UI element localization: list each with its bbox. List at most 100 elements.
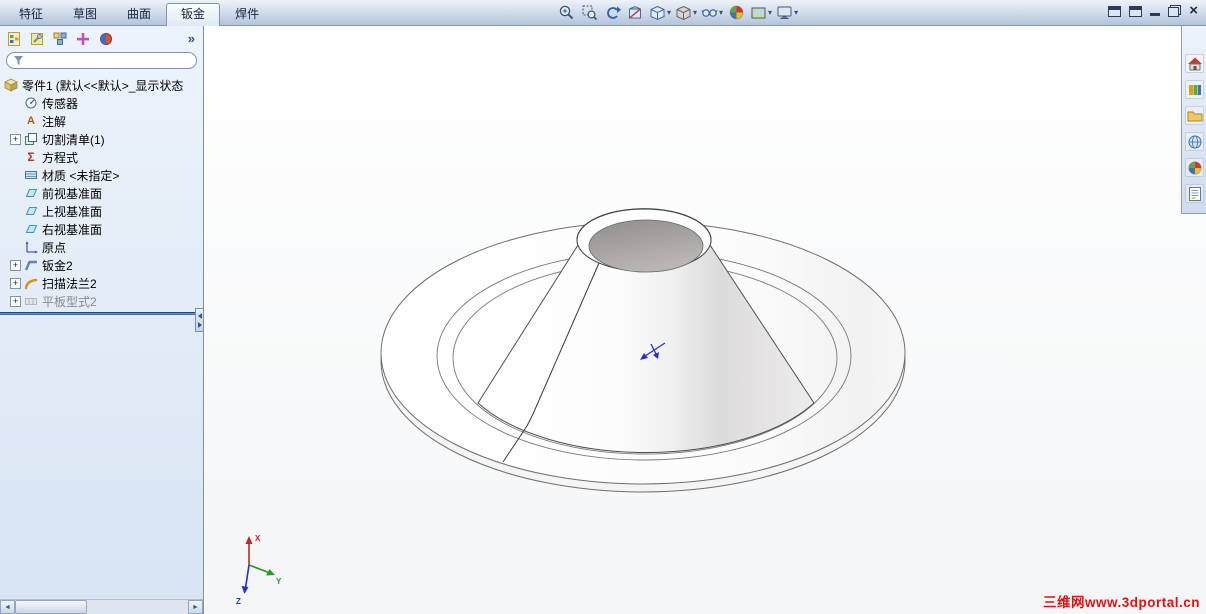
heads-up-view-toolbar (556, 2, 799, 23)
origin-icon (23, 240, 39, 254)
equations-icon (23, 150, 39, 164)
expand-toggle[interactable] (10, 295, 21, 307)
plane-icon (23, 222, 39, 236)
tree-item-sensors[interactable]: 传感器 (0, 94, 203, 112)
apply-scene-icon[interactable] (749, 2, 773, 23)
annotations-icon (23, 114, 39, 128)
dimxpertmanager-tab-icon[interactable] (73, 29, 92, 48)
scroll-left-arrow[interactable] (0, 600, 15, 614)
shaded-cube-glyph (676, 5, 691, 20)
reference-triad: X Y Z (236, 534, 282, 606)
panel-horizontal-scrollbar (0, 599, 203, 614)
tab-weldments[interactable]: 焊件 (220, 3, 274, 26)
tree-tab-glyph (7, 31, 20, 46)
home-glyph (1187, 57, 1202, 70)
tree-filter-input[interactable] (28, 54, 190, 67)
hide-show-items-icon[interactable] (700, 2, 724, 23)
wire-cube-glyph (650, 5, 665, 20)
view-settings-icon[interactable] (775, 2, 799, 23)
window-controls (1108, 5, 1198, 17)
expand-toggle[interactable] (10, 277, 21, 289)
tree-item-sheet-metal2[interactable]: 钣金2 (0, 256, 203, 274)
close-icon[interactable] (1189, 5, 1198, 17)
tree-item-cut-list[interactable]: 切割清单(1) (0, 130, 203, 148)
solidworks-resources-icon[interactable] (1184, 54, 1204, 73)
feature-tree: 零件1 (默认<<默认>_显示状态 传感器 注解 切割清单(1) (0, 73, 203, 599)
beach-ball-glyph (1188, 161, 1201, 174)
configurationmanager-tab-icon[interactable] (50, 29, 69, 48)
search-results-icon[interactable] (1184, 132, 1204, 151)
magnifier-plus-glyph (559, 5, 574, 20)
collapse-right-arrow-icon (197, 321, 202, 328)
glasses-glyph (701, 9, 718, 17)
globe-glyph (1188, 135, 1201, 148)
cascade-window-icon[interactable] (1129, 5, 1143, 17)
expand-toggle[interactable] (10, 259, 21, 271)
plane-icon (23, 186, 39, 200)
rollback-bar[interactable] (0, 312, 196, 315)
new-window-icon[interactable] (1108, 5, 1122, 17)
tree-item-part-root[interactable]: 零件1 (默认<<默认>_显示状态 (0, 76, 203, 94)
configuration-glyph (53, 32, 66, 45)
tree-item-equations[interactable]: 方程式 (0, 148, 203, 166)
scroll-thumb[interactable] (15, 600, 87, 614)
material-icon (23, 168, 39, 182)
tree-item-top-plane[interactable]: 上视基准面 (0, 202, 203, 220)
minimize-icon[interactable] (1150, 13, 1161, 16)
triad-y-label: Y (276, 577, 282, 586)
featuremanager-pane-tabs: » (0, 26, 203, 49)
tree-item-swept-flange2[interactable]: 扫描法兰2 (0, 274, 203, 292)
view-orientation-icon[interactable] (648, 2, 672, 23)
scroll-right-arrow[interactable] (188, 600, 203, 614)
custom-properties-icon[interactable] (1184, 184, 1204, 203)
propertymanager-glyph (30, 32, 43, 45)
design-library-icon[interactable] (1184, 80, 1204, 99)
file-explorer-icon[interactable] (1184, 106, 1204, 125)
tab-surfaces[interactable]: 曲面 (112, 3, 166, 26)
display-style-icon[interactable] (674, 2, 698, 23)
featuremanager-panel: » 零件1 (默认<<默认>_显示状态 传感器 注解 (0, 26, 204, 614)
previous-view-icon[interactable] (602, 2, 623, 23)
restore-icon[interactable] (1168, 5, 1182, 17)
part-config-state: (默认<<默认>_显示状态 (55, 78, 184, 93)
displaymanager-tab-icon[interactable] (96, 29, 115, 48)
tab-features[interactable]: 特征 (4, 3, 58, 26)
zoom-in-out-icon[interactable] (556, 2, 577, 23)
zoom-to-area-icon[interactable] (579, 2, 600, 23)
tree-item-annotations[interactable]: 注解 (0, 112, 203, 130)
expand-toggle[interactable] (10, 133, 21, 145)
propertymanager-tab-icon[interactable] (27, 29, 46, 48)
edit-appearance-icon[interactable] (726, 2, 747, 23)
tree-item-right-plane[interactable]: 右视基准面 (0, 220, 203, 238)
library-glyph (1188, 84, 1201, 95)
graphics-area[interactable]: X Y Z (205, 26, 1206, 614)
triad-x-label: X (255, 534, 261, 543)
section-view-icon[interactable] (625, 2, 646, 23)
tree-item-material[interactable]: 材质 <未指定> (0, 166, 203, 184)
plane-icon (23, 204, 39, 218)
model-top-opening[interactable] (576, 208, 712, 273)
appearances-scenes-icon[interactable] (1184, 158, 1204, 177)
swept-flange-icon (23, 276, 39, 290)
featuremanager-tree-tab-icon[interactable] (4, 29, 23, 48)
part-name: 零件1 (22, 78, 53, 93)
scene-glyph (751, 7, 766, 18)
form-glyph (1188, 186, 1201, 201)
tab-sketch[interactable]: 草图 (58, 3, 112, 26)
task-pane (1181, 26, 1206, 214)
tree-filter (6, 52, 197, 69)
beach-ball-glyph (729, 5, 744, 20)
filter-funnel-icon (14, 56, 23, 65)
command-bar: 特征 草图 曲面 钣金 焊件 (0, 0, 1206, 26)
model-view: X Y Z (236, 208, 906, 606)
triad-z-label: Z (236, 597, 241, 606)
tree-item-flat-pattern2[interactable]: 平板型式2 (0, 292, 203, 310)
panel-collapse-handle[interactable] (195, 308, 204, 332)
tree-item-front-plane[interactable]: 前视基准面 (0, 184, 203, 202)
tree-item-origin[interactable]: 原点 (0, 238, 203, 256)
displaymanager-glyph (99, 32, 112, 45)
section-cube-glyph (629, 5, 641, 19)
tab-sheet-metal[interactable]: 钣金 (166, 3, 221, 26)
pane-overflow-chevron[interactable]: » (188, 31, 199, 46)
collapse-left-arrow-icon (197, 312, 202, 319)
